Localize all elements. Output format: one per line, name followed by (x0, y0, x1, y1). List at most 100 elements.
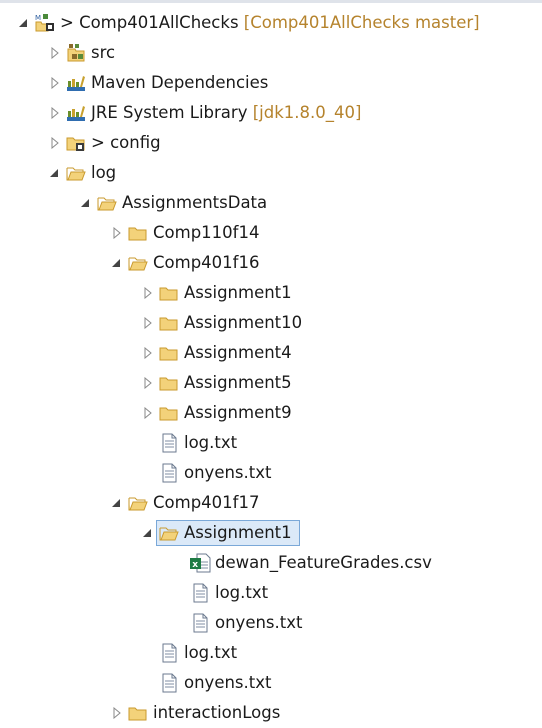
tree-item-name: interactionLogs (153, 703, 281, 722)
tree-item-decoration: [Comp401AllChecks master] (238, 13, 480, 32)
tree-item-name: log (91, 163, 117, 182)
folder-icon (158, 403, 180, 423)
tree-item[interactable]: src (0, 38, 542, 68)
maven-project-icon: M (34, 13, 56, 33)
view-top-border (0, 0, 542, 3)
tree-item-name: Assignment10 (184, 313, 303, 332)
expanded-arrow-icon[interactable] (49, 166, 61, 180)
tree-item-name: > config (91, 133, 161, 152)
tree-item-label: Assignment4 (184, 343, 292, 363)
tree-item[interactable]: Assignment10 (0, 308, 542, 338)
tree-item-name: onyens.txt (184, 673, 272, 692)
collapsed-arrow-icon[interactable] (142, 346, 154, 360)
tree-item-name: log.txt (184, 433, 238, 452)
expanded-arrow-icon[interactable] (111, 496, 123, 510)
tree-item-label: Assignment5 (184, 373, 292, 393)
folder-icon (158, 283, 180, 303)
folder-open-icon (65, 163, 87, 183)
tree-item[interactable]: x dewan_FeatureGrades.csv (0, 548, 542, 578)
tree-item[interactable]: log (0, 158, 542, 188)
folder-icon (158, 343, 180, 363)
tree-item-name: > Comp401AllChecks (60, 13, 239, 32)
tree-item-name: AssignmentsData (122, 193, 268, 212)
folder-icon (127, 223, 149, 243)
tree-item[interactable]: > config (0, 128, 542, 158)
text-file-icon (189, 613, 211, 633)
tree-item-name: onyens.txt (215, 613, 303, 632)
expanded-arrow-icon[interactable] (80, 196, 92, 210)
tree-item-name: Comp401f17 (153, 493, 260, 512)
tree-item[interactable]: M > Comp401AllChecks [Comp401AllChecks m… (0, 8, 542, 38)
tree-item[interactable]: Comp110f14 (0, 218, 542, 248)
tree-item-label: dewan_FeatureGrades.csv (215, 553, 432, 573)
tree-item-name: log.txt (184, 643, 238, 662)
collapsed-arrow-icon[interactable] (142, 286, 154, 300)
tree-item-name: Assignment4 (184, 343, 292, 362)
tree-item[interactable]: AssignmentsData (0, 188, 542, 218)
tree-item-label: interactionLogs (153, 703, 280, 723)
text-file-icon (158, 673, 180, 693)
collapsed-arrow-icon[interactable] (142, 376, 154, 390)
expanded-arrow-icon[interactable] (18, 16, 30, 30)
tree-item-label: Comp110f14 (153, 223, 259, 243)
tree-item[interactable]: Maven Dependencies (0, 68, 542, 98)
tree-item-label: Comp401f17 (153, 493, 259, 513)
tree-item-label: > Comp401AllChecks [Comp401AllChecks mas… (60, 13, 480, 33)
tree-item[interactable]: Assignment1 (0, 518, 542, 548)
source-folder-icon (65, 43, 87, 63)
tree-item[interactable]: Assignment9 (0, 398, 542, 428)
svg-text:x: x (192, 560, 198, 570)
tree-item[interactable]: Assignment4 (0, 338, 542, 368)
collapsed-arrow-icon[interactable] (49, 46, 61, 60)
tree-item-label: log (91, 163, 116, 183)
tree-item-name: Assignment9 (184, 403, 292, 422)
tree-item-name: Assignment5 (184, 373, 292, 392)
collapsed-arrow-icon[interactable] (49, 136, 61, 150)
folder-decorated-icon (65, 133, 87, 153)
collapsed-arrow-icon[interactable] (142, 316, 154, 330)
tree-item[interactable]: Assignment5 (0, 368, 542, 398)
tree-item[interactable]: JRE System Library [jdk1.8.0_40] (0, 98, 542, 128)
folder-icon (158, 373, 180, 393)
tree-item-name: onyens.txt (184, 463, 272, 482)
folder-icon (158, 313, 180, 333)
tree-item-label: onyens.txt (215, 613, 302, 633)
tree-item-name: Comp110f14 (153, 223, 260, 242)
folder-open-icon (127, 493, 149, 513)
tree-item[interactable]: onyens.txt (0, 668, 542, 698)
tree-item-label: Assignment1 (184, 283, 292, 303)
text-file-icon (158, 433, 180, 453)
folder-open-icon (96, 193, 118, 213)
tree-item-name: JRE System Library (91, 103, 248, 122)
folder-open-icon (158, 523, 180, 543)
expanded-arrow-icon[interactable] (111, 256, 123, 270)
collapsed-arrow-icon[interactable] (49, 106, 61, 120)
tree-item[interactable]: interactionLogs (0, 698, 542, 728)
tree-item-label: src (91, 43, 115, 63)
tree-item-name: Assignment1 (184, 283, 292, 302)
tree-item[interactable]: log.txt (0, 638, 542, 668)
expanded-arrow-icon[interactable] (142, 526, 154, 540)
text-file-icon (158, 463, 180, 483)
tree-item-name: Comp401f16 (153, 253, 260, 272)
tree-item-label: onyens.txt (184, 673, 271, 693)
tree-item-label: JRE System Library [jdk1.8.0_40] (91, 103, 361, 123)
collapsed-arrow-icon[interactable] (111, 706, 123, 720)
collapsed-arrow-icon[interactable] (111, 226, 123, 240)
tree-item[interactable]: Assignment1 (0, 278, 542, 308)
tree-item[interactable]: Comp401f16 (0, 248, 542, 278)
folder-icon (127, 703, 149, 723)
tree-item[interactable]: onyens.txt (0, 458, 542, 488)
tree-item[interactable]: log.txt (0, 428, 542, 458)
tree-item[interactable]: log.txt (0, 578, 542, 608)
tree-item-name: dewan_FeatureGrades.csv (215, 553, 432, 572)
text-file-icon (158, 643, 180, 663)
tree-item-label: Assignment10 (184, 313, 302, 333)
tree-item-label: Assignment1 (184, 523, 292, 543)
tree-item[interactable]: onyens.txt (0, 608, 542, 638)
collapsed-arrow-icon[interactable] (49, 76, 61, 90)
collapsed-arrow-icon[interactable] (142, 406, 154, 420)
tree-item-name: src (91, 43, 116, 62)
tree-item[interactable]: Comp401f17 (0, 488, 542, 518)
tree-item-name: log.txt (215, 583, 269, 602)
